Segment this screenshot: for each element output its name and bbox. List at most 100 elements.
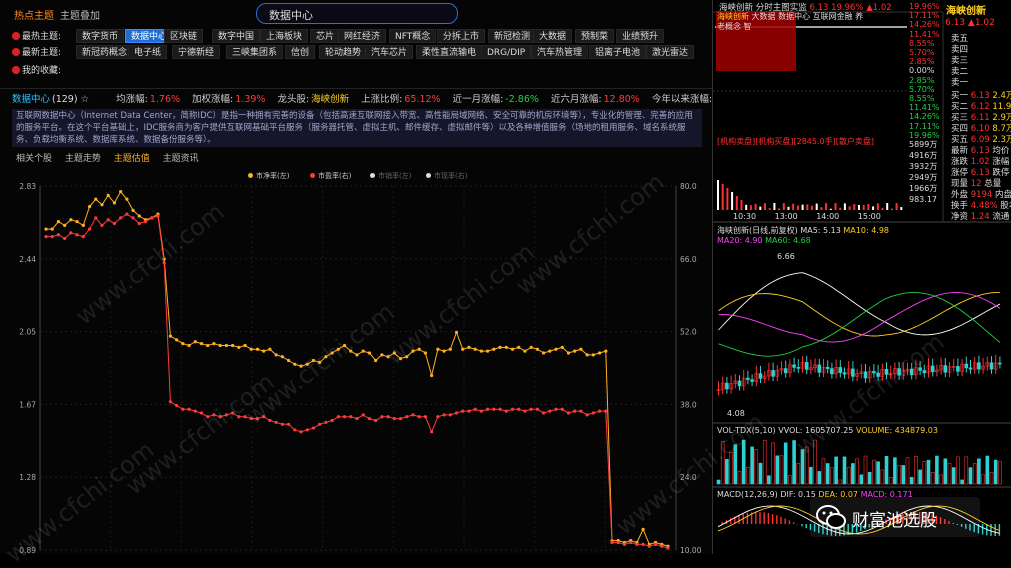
tab-related-stocks[interactable]: 相关个股 [16, 154, 52, 164]
buy-level[interactable]: 买四 6.10 8.7万 [951, 124, 1011, 135]
theme-tag[interactable]: 电子纸 [128, 45, 168, 59]
data-point [181, 342, 185, 346]
data-point [125, 212, 129, 216]
quote-stat: 涨跌 1.02 涨幅 [951, 157, 1010, 167]
volume-bar [758, 462, 763, 485]
intraday-volume-bar [792, 203, 795, 210]
data-point [137, 221, 141, 226]
volume-bar [716, 479, 721, 485]
candlestick [838, 367, 843, 373]
theme-tag[interactable]: 三峡集团系 [226, 45, 284, 59]
theme-tag[interactable]: 新冠检测 [488, 29, 537, 43]
pct-tick: 11.41% [909, 103, 940, 113]
search-input[interactable]: 数据中心 [256, 3, 458, 24]
theme-tag[interactable]: 上海板块 [260, 29, 309, 43]
pct-tick: 8.55% [909, 94, 935, 104]
theme-tag[interactable]: 轮动趋势 [319, 45, 368, 59]
theme-tag[interactable]: 激光雷达 [646, 45, 695, 59]
theme-tag[interactable]: 新冠药概念 [76, 45, 134, 59]
theme-tag[interactable]: 柔性直流输电 [416, 45, 483, 59]
theme-tag[interactable]: 区块链 [164, 29, 204, 43]
tab-theme-trend[interactable]: 主题走势 [65, 154, 101, 164]
data-point [417, 415, 421, 419]
y-tick-left: 2.83 [19, 182, 36, 191]
theme-tag[interactable]: 数字货币 [76, 29, 125, 43]
pct-tick: 11.41% [909, 29, 940, 39]
quote-stats: 最新 6.13 均价 涨跌 1.02 涨幅 涨停 6.13 跌停 现量 12 总量 外盘… [951, 146, 1011, 223]
intraday-volume-bar [853, 204, 856, 210]
tab-theme-news[interactable]: 主题资讯 [163, 154, 199, 164]
buy-level[interactable]: 买二 6.12 11.9万 [951, 102, 1011, 113]
top-bar: 热点主题 主题叠加 数据中心 [0, 0, 712, 24]
theme-tag[interactable]: 业绩预升 [616, 29, 665, 43]
theme-tag[interactable]: 网红经济 [338, 29, 387, 43]
theme-tag[interactable]: 芯片 [310, 29, 341, 43]
theme-tag[interactable]: 汽车热管理 [531, 45, 589, 59]
candlestick [956, 366, 960, 372]
data-point [573, 409, 577, 413]
data-point [330, 418, 334, 423]
candlestick [746, 377, 750, 380]
candlestick [825, 366, 830, 369]
data-point [293, 428, 297, 432]
volume-bar [880, 469, 885, 485]
theme-tag[interactable]: 数字中国 [212, 29, 261, 43]
candlestick [943, 365, 948, 373]
badge-text: 财富池选股 [852, 511, 937, 531]
theme-tag[interactable]: 宁德新经 [172, 45, 221, 59]
data-point [604, 349, 608, 353]
tab-theme-valuation[interactable]: 主题估值 [114, 154, 150, 164]
sell-level[interactable]: 卖五 [951, 34, 1011, 45]
volume-bar [830, 467, 834, 485]
y-tick-right: 38.0 [680, 400, 697, 409]
theme-tag[interactable]: 大数据 [533, 29, 573, 43]
buy-level[interactable]: 买五 6.09 2.3万 [951, 135, 1011, 146]
volume-bar [838, 479, 843, 485]
sell-level[interactable]: 卖三 [951, 56, 1011, 67]
data-point [143, 220, 148, 224]
volume-bar [909, 477, 914, 485]
theme-stat: 近一月涨幅: -2.86% [452, 94, 539, 105]
intraday-volume-bar [740, 200, 743, 210]
volume-bar [985, 455, 990, 485]
data-point [473, 347, 477, 351]
kline-title: 海峡创新(日线,前复权) MA5: 5.13 MA10: 4.98 [717, 226, 890, 235]
volume-bar [750, 446, 754, 485]
theme-name[interactable]: 数据中心 (129) ☆ [12, 94, 101, 105]
theme-tag[interactable]: 铝离子电池 [589, 45, 647, 59]
theme-tag[interactable]: DRG/DIP [481, 45, 532, 59]
sell-level[interactable]: 卖四 [951, 45, 1011, 56]
pct-tick: 17.11% [909, 11, 940, 21]
data-point [380, 415, 384, 419]
data-point [106, 218, 110, 222]
intraday-volume-bar [787, 206, 790, 210]
buy-level[interactable]: 买三 6.11 2.9万 [951, 113, 1011, 124]
y-tick-right: 66.0 [680, 255, 697, 264]
theme-stat: 龙头股: 海峡创新 [277, 94, 350, 105]
data-point [262, 349, 266, 353]
sell-level[interactable]: 卖二 [951, 67, 1011, 78]
volume-tick: 2949万 [909, 173, 938, 182]
intraday-volume-bar [815, 203, 818, 210]
data-point [131, 208, 135, 212]
theme-tag[interactable]: 汽车芯片 [365, 45, 414, 59]
theme-tag[interactable]: NFT概念 [389, 29, 437, 43]
intraday-volume-bar [731, 192, 734, 210]
tab-theme-overlay[interactable]: 主题叠加 [60, 7, 100, 22]
intraday-volume-bar [839, 207, 842, 210]
tab-hot-theme[interactable]: 热点主题 [14, 7, 54, 22]
theme-tag[interactable]: 信创 [285, 45, 316, 59]
theme-tag[interactable]: 预制菜 [575, 29, 615, 43]
volume-bar [893, 457, 897, 485]
intraday-volume-bar [848, 206, 851, 210]
pct-tick: 0.00% [909, 66, 935, 76]
data-point [112, 201, 117, 205]
intraday-volume-bar [820, 207, 823, 210]
data-point [305, 428, 309, 432]
order-tags: [机构卖盘][机构买盘][2845.0手][散户卖盘] [717, 137, 874, 146]
sell-level[interactable]: 卖一 [951, 78, 1011, 89]
theme-tag[interactable]: 分拆上市 [437, 29, 486, 43]
buy-level[interactable]: 买一 6.13 2.4万 [951, 91, 1011, 102]
intraday-volume-bar [900, 207, 903, 210]
intraday-volume-bar [811, 205, 813, 210]
